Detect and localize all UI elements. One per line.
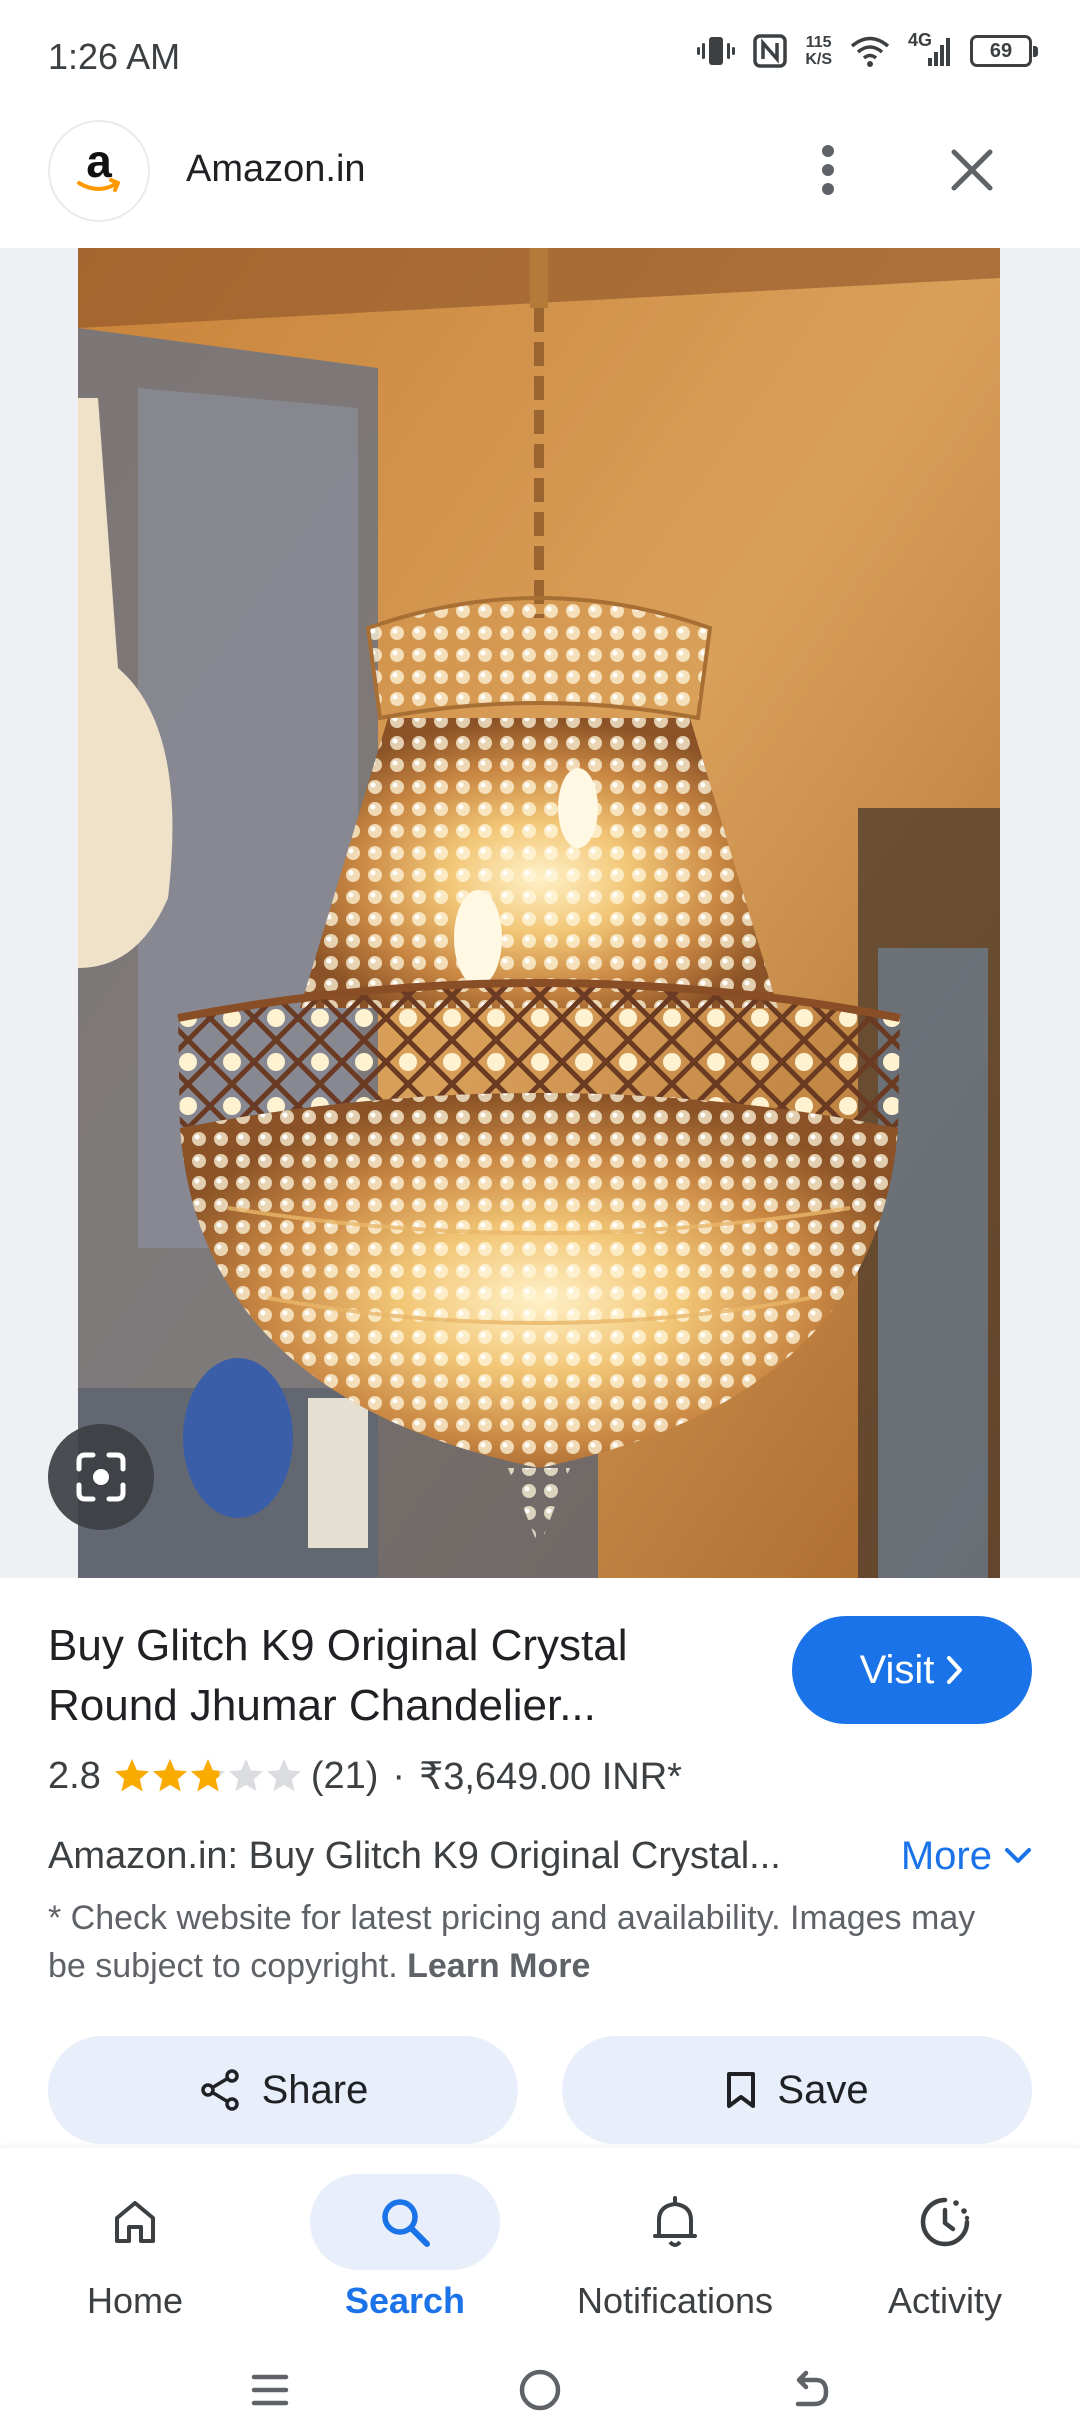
- menu-lines-icon: [251, 2374, 289, 2406]
- visit-button[interactable]: Visit: [792, 1616, 1032, 1724]
- save-label: Save: [777, 2067, 869, 2112]
- disclaimer: * Check website for latest pricing and a…: [48, 1894, 1008, 1990]
- nav-notifications-label: Notifications: [576, 2280, 774, 2321]
- back-button[interactable]: [780, 2360, 840, 2420]
- share-label: Share: [261, 2067, 369, 2112]
- amazon-logo[interactable]: a: [48, 120, 150, 222]
- rating-stars: [113, 1757, 303, 1795]
- nav-home-label: Home: [86, 2280, 184, 2321]
- site-header: a Amazon.in: [0, 110, 1080, 248]
- chevron-right-icon: [947, 1656, 963, 1684]
- star-icon: [114, 1759, 149, 1792]
- nav-activity-label: Activity: [887, 2280, 1002, 2321]
- star-icon: [266, 1759, 301, 1792]
- google-lens-button[interactable]: [48, 1424, 154, 1530]
- share-icon: [200, 2069, 239, 2111]
- status-icons: 115 K/S 4G 69: [697, 30, 1038, 68]
- rating-row: 2.8 (21) · ₹3,649.00 INR*: [48, 1748, 682, 1804]
- learn-more-link[interactable]: Learn More: [407, 1947, 590, 1985]
- home-system-button[interactable]: [510, 2360, 570, 2420]
- separator: ·: [392, 1754, 406, 1797]
- save-button[interactable]: Save: [562, 2036, 1032, 2144]
- nav-home[interactable]: Home: [0, 2162, 270, 2332]
- more-button[interactable]: More: [901, 1834, 1032, 1879]
- circle-home-icon: [519, 2369, 561, 2411]
- more-label: More: [900, 1833, 992, 1878]
- svg-text:a: a: [86, 139, 112, 187]
- battery-level: 69: [989, 39, 1013, 62]
- battery-indicator: 69: [970, 35, 1038, 67]
- result-info-panel: Buy Glitch K9 Original Crystal Round Jhu…: [0, 1578, 1080, 2148]
- network-speed-value: 115: [805, 34, 832, 51]
- back-icon: [795, 2370, 829, 2407]
- star-icon: [190, 1759, 225, 1792]
- price: ₹3,649.00 INR*: [419, 1755, 682, 1798]
- network-speed-unit: K/S: [805, 51, 832, 68]
- product-image[interactable]: [78, 248, 1000, 1578]
- activity-icon: [920, 2197, 970, 2247]
- close-icon: [951, 149, 993, 191]
- vibrate-icon: [697, 35, 736, 67]
- lens-icon: [76, 1452, 126, 1502]
- network-speed: 115 K/S: [805, 34, 832, 68]
- wifi-icon: [850, 35, 890, 67]
- cellular-signal-icon: 4G: [908, 30, 952, 68]
- bell-icon: [653, 2196, 697, 2247]
- product-description: Amazon.in: Buy Glitch K9 Original Crysta…: [48, 1834, 781, 1877]
- product-title-line-1: Buy Glitch K9 Original Crystal: [48, 1621, 628, 1670]
- bottom-navigation: Home Search Notifications Activity: [0, 2148, 1080, 2336]
- site-name[interactable]: Amazon.in: [186, 148, 366, 191]
- bookmark-icon: [727, 2072, 756, 2108]
- status-bar: 1:26 AM 115 K/S 4G 69: [0, 0, 1080, 110]
- image-preview-area: [0, 248, 1080, 1578]
- star-icon: [152, 1759, 187, 1792]
- nav-activity[interactable]: Activity: [810, 2162, 1080, 2332]
- description-row: Amazon.in: Buy Glitch K9 Original Crysta…: [48, 1826, 1032, 1886]
- nav-search[interactable]: Search: [270, 2162, 540, 2332]
- nav-search-label: Search: [344, 2280, 466, 2321]
- product-title-line-2: Round Jhumar Chandelier...: [48, 1681, 596, 1730]
- search-icon: [382, 2199, 430, 2247]
- more-options-button[interactable]: [800, 136, 856, 204]
- recent-apps-button[interactable]: [240, 2360, 300, 2420]
- chevron-down-icon: [1005, 1848, 1031, 1863]
- status-time: 1:26 AM: [48, 36, 181, 77]
- product-title[interactable]: Buy Glitch K9 Original Crystal Round Jhu…: [48, 1616, 748, 1736]
- close-button[interactable]: [940, 136, 1004, 204]
- share-button[interactable]: Share: [48, 2036, 518, 2144]
- system-navigation-bar: [0, 2336, 1080, 2436]
- visit-label: Visit: [859, 1647, 935, 1692]
- nfc-icon: [753, 34, 788, 68]
- action-buttons: Share Save: [48, 2036, 1032, 2144]
- rating-value: 2.8: [48, 1754, 101, 1797]
- more-vert-icon: [822, 145, 834, 195]
- star-icon: [228, 1759, 263, 1792]
- nav-notifications[interactable]: Notifications: [540, 2162, 810, 2332]
- home-icon: [115, 2201, 155, 2243]
- review-count: (21): [310, 1754, 379, 1797]
